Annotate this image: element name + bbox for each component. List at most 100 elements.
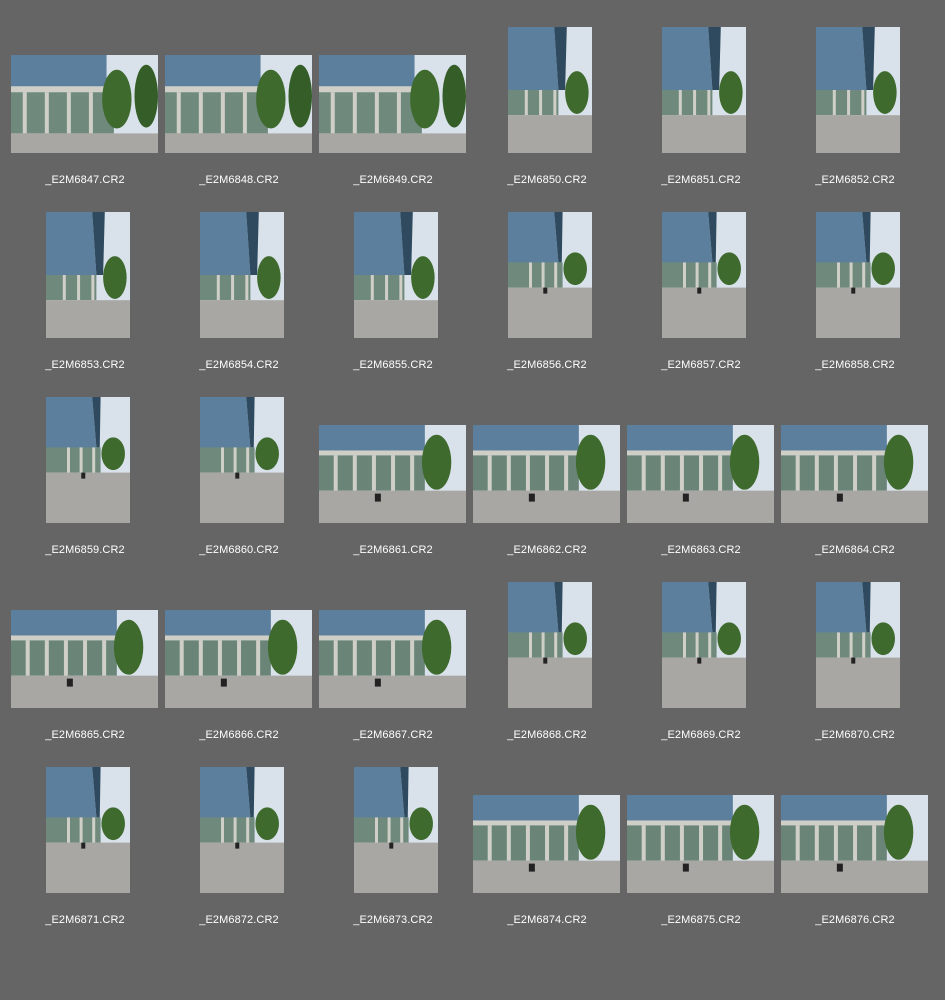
thumbnail-area[interactable] (162, 27, 316, 187)
photo-thumbnail[interactable] (165, 610, 312, 708)
photo-thumbnail[interactable] (319, 610, 466, 708)
photo-thumbnail[interactable] (781, 425, 928, 523)
photo-thumbnail[interactable] (627, 795, 774, 893)
thumbnail-filename: _E2M6861.CR2 (353, 544, 433, 556)
photo-thumbnail[interactable] (46, 212, 130, 338)
thumbnail-filename: _E2M6872.CR2 (199, 914, 279, 926)
photo-thumbnail[interactable] (816, 582, 900, 708)
thumbnail-cell[interactable]: _E2M6857.CR2 (624, 212, 778, 397)
thumbnail-cell[interactable]: _E2M6848.CR2 (162, 27, 316, 212)
thumbnail-area[interactable] (624, 582, 778, 742)
photo-thumbnail[interactable] (11, 610, 158, 708)
thumbnail-area[interactable] (470, 767, 624, 927)
thumbnail-filename: _E2M6851.CR2 (661, 174, 741, 186)
thumbnail-area[interactable] (8, 767, 162, 927)
photo-thumbnail[interactable] (508, 27, 592, 153)
thumbnail-cell[interactable]: _E2M6849.CR2 (316, 27, 470, 212)
thumbnail-area[interactable] (316, 767, 470, 927)
thumbnail-cell[interactable]: _E2M6868.CR2 (470, 582, 624, 767)
photo-thumbnail[interactable] (816, 212, 900, 338)
thumbnail-cell[interactable]: _E2M6870.CR2 (778, 582, 932, 767)
photo-thumbnail[interactable] (473, 795, 620, 893)
thumbnail-cell[interactable]: _E2M6847.CR2 (8, 27, 162, 212)
thumbnail-cell[interactable]: _E2M6867.CR2 (316, 582, 470, 767)
thumbnail-filename: _E2M6866.CR2 (199, 729, 279, 741)
thumbnail-area[interactable] (316, 582, 470, 742)
thumbnail-cell[interactable]: _E2M6869.CR2 (624, 582, 778, 767)
photo-thumbnail[interactable] (662, 27, 746, 153)
thumbnail-area[interactable] (470, 582, 624, 742)
photo-thumbnail[interactable] (354, 212, 438, 338)
photo-thumbnail[interactable] (627, 425, 774, 523)
photo-thumbnail[interactable] (508, 582, 592, 708)
thumbnail-cell[interactable]: _E2M6859.CR2 (8, 397, 162, 582)
thumbnail-area[interactable] (778, 582, 932, 742)
photo-thumbnail[interactable] (46, 767, 130, 893)
thumbnail-cell[interactable]: _E2M6858.CR2 (778, 212, 932, 397)
thumbnail-cell[interactable]: _E2M6873.CR2 (316, 767, 470, 952)
thumbnail-filename: _E2M6854.CR2 (199, 359, 279, 371)
photo-thumbnail[interactable] (319, 425, 466, 523)
thumbnail-cell[interactable]: _E2M6860.CR2 (162, 397, 316, 582)
photo-thumbnail[interactable] (46, 397, 130, 523)
photo-thumbnail[interactable] (662, 582, 746, 708)
thumbnail-area[interactable] (624, 397, 778, 557)
thumbnail-area[interactable] (778, 212, 932, 372)
photo-thumbnail[interactable] (781, 795, 928, 893)
thumbnail-filename: _E2M6864.CR2 (815, 544, 895, 556)
thumbnail-area[interactable] (162, 397, 316, 557)
thumbnail-area[interactable] (8, 582, 162, 742)
thumbnail-cell[interactable]: _E2M6865.CR2 (8, 582, 162, 767)
thumbnail-area[interactable] (8, 27, 162, 187)
thumbnail-cell[interactable]: _E2M6864.CR2 (778, 397, 932, 582)
thumbnail-area[interactable] (778, 767, 932, 927)
photo-thumbnail[interactable] (200, 767, 284, 893)
thumbnail-cell[interactable]: _E2M6861.CR2 (316, 397, 470, 582)
thumbnail-area[interactable] (8, 397, 162, 557)
thumbnail-cell[interactable]: _E2M6851.CR2 (624, 27, 778, 212)
photo-thumbnail[interactable] (816, 27, 900, 153)
thumbnail-cell[interactable]: _E2M6853.CR2 (8, 212, 162, 397)
photo-thumbnail[interactable] (354, 767, 438, 893)
thumbnail-area[interactable] (162, 582, 316, 742)
photo-thumbnail[interactable] (165, 55, 312, 153)
thumbnail-area[interactable] (624, 212, 778, 372)
thumbnail-area[interactable] (8, 212, 162, 372)
photo-thumbnail[interactable] (200, 397, 284, 523)
photo-thumbnail[interactable] (11, 55, 158, 153)
photo-thumbnail[interactable] (200, 212, 284, 338)
thumbnail-cell[interactable]: _E2M6871.CR2 (8, 767, 162, 952)
thumbnail-area[interactable] (624, 767, 778, 927)
thumbnail-area[interactable] (162, 212, 316, 372)
thumbnail-filename: _E2M6873.CR2 (353, 914, 433, 926)
thumbnail-cell[interactable]: _E2M6850.CR2 (470, 27, 624, 212)
thumbnail-cell[interactable]: _E2M6874.CR2 (470, 767, 624, 952)
thumbnail-area[interactable] (470, 27, 624, 187)
photo-thumbnail[interactable] (319, 55, 466, 153)
photo-thumbnail[interactable] (473, 425, 620, 523)
thumbnail-cell[interactable]: _E2M6855.CR2 (316, 212, 470, 397)
thumbnail-area[interactable] (624, 27, 778, 187)
thumbnail-cell[interactable]: _E2M6875.CR2 (624, 767, 778, 952)
thumbnail-cell[interactable]: _E2M6866.CR2 (162, 582, 316, 767)
thumbnail-cell[interactable]: _E2M6852.CR2 (778, 27, 932, 212)
thumbnail-area[interactable] (470, 397, 624, 557)
thumbnail-grid: _E2M6847.CR2 _E2M6848.CR2 _E2M6849.CR2 _E2M… (0, 0, 945, 1000)
thumbnail-area[interactable] (316, 212, 470, 372)
thumbnail-cell[interactable]: _E2M6863.CR2 (624, 397, 778, 582)
thumbnail-cell[interactable]: _E2M6862.CR2 (470, 397, 624, 582)
thumbnail-cell[interactable]: _E2M6856.CR2 (470, 212, 624, 397)
photo-thumbnail[interactable] (508, 212, 592, 338)
thumbnail-area[interactable] (778, 397, 932, 557)
thumbnail-cell[interactable]: _E2M6872.CR2 (162, 767, 316, 952)
thumbnail-area[interactable] (316, 397, 470, 557)
thumbnail-filename: _E2M6856.CR2 (507, 359, 587, 371)
thumbnail-area[interactable] (316, 27, 470, 187)
photo-thumbnail[interactable] (662, 212, 746, 338)
thumbnail-filename: _E2M6875.CR2 (661, 914, 741, 926)
thumbnail-cell[interactable]: _E2M6876.CR2 (778, 767, 932, 952)
thumbnail-area[interactable] (778, 27, 932, 187)
thumbnail-area[interactable] (470, 212, 624, 372)
thumbnail-area[interactable] (162, 767, 316, 927)
thumbnail-cell[interactable]: _E2M6854.CR2 (162, 212, 316, 397)
